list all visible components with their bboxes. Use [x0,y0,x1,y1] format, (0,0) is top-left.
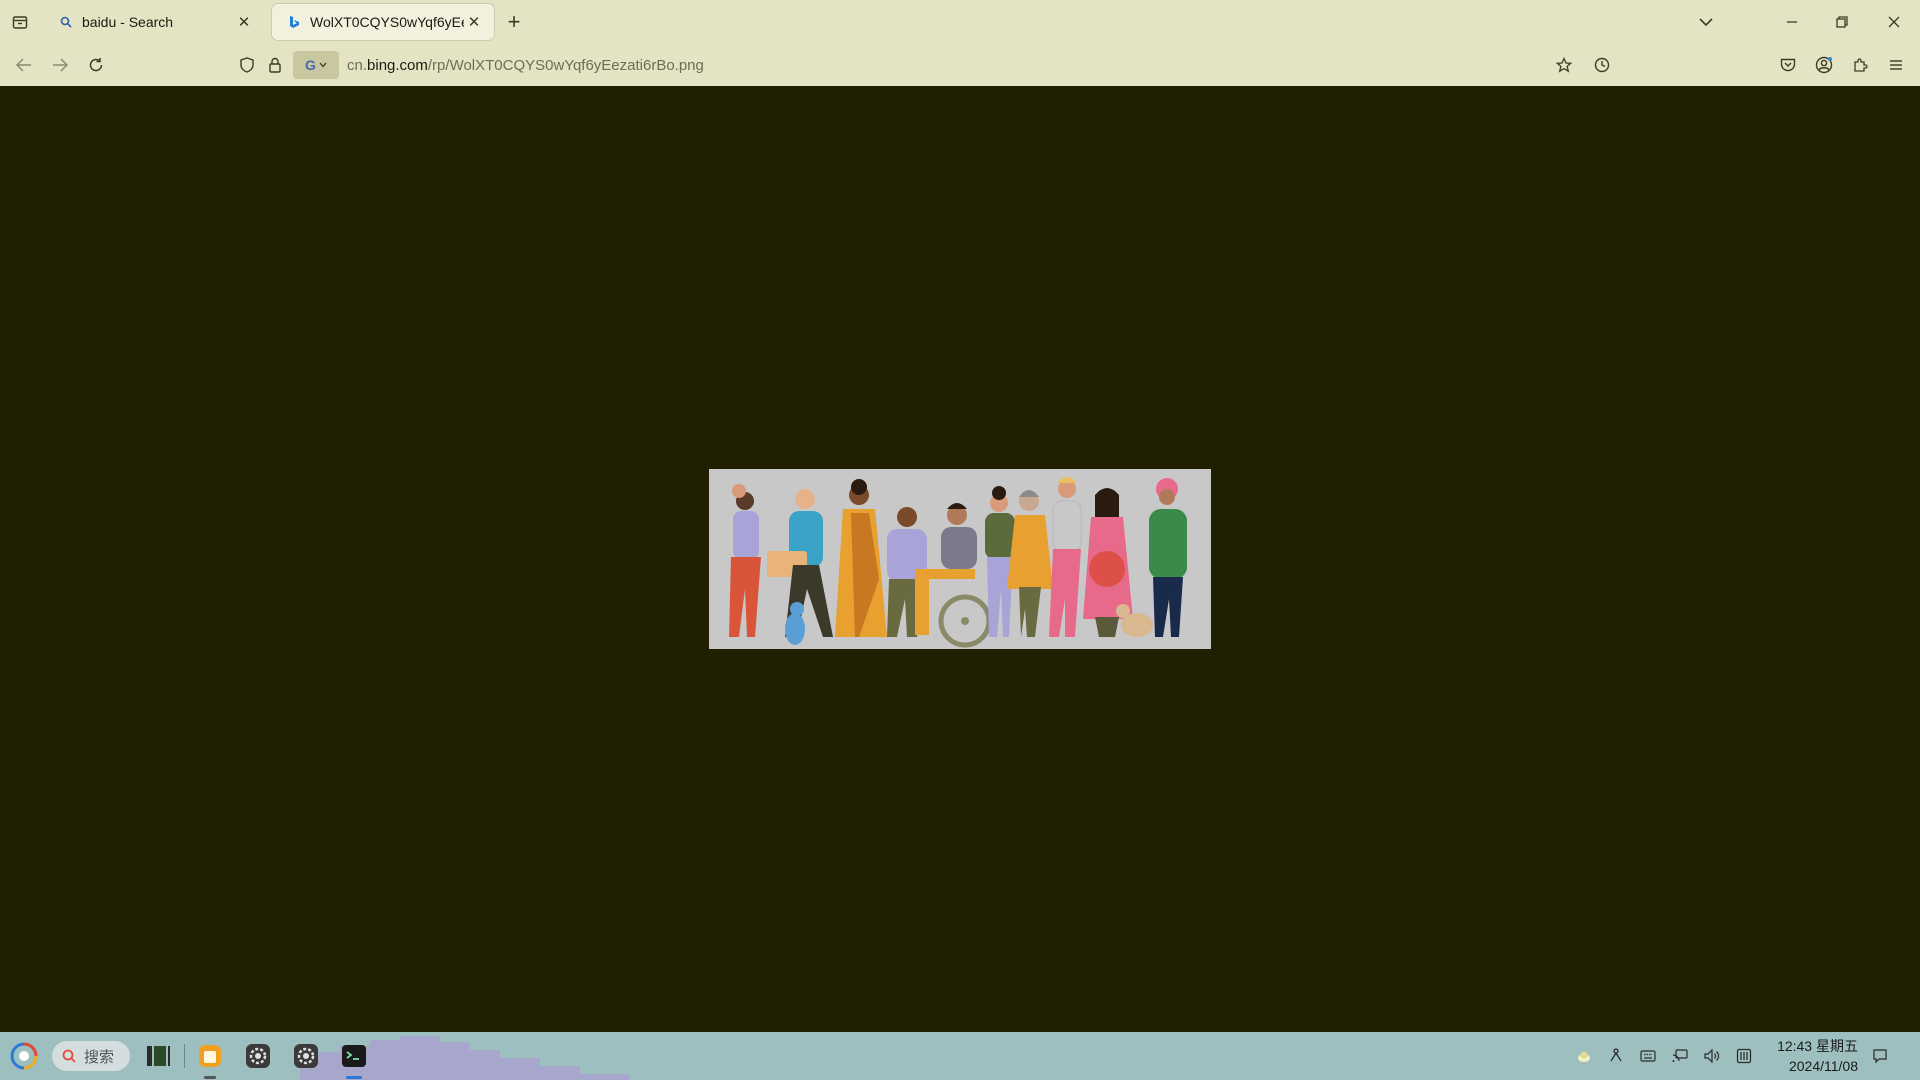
url-host: bing.com [367,56,428,74]
keyboard-icon[interactable] [1636,1042,1660,1070]
navigation-bar: G cn.bing.com/rp/WolXT0CQYS0wYqf6yEezati… [0,44,1920,86]
account-icon[interactable] [1812,53,1836,77]
people-illustration [709,469,1211,649]
menu-icon[interactable] [1884,53,1908,77]
screen-cast-icon[interactable] [1668,1042,1692,1070]
pocket-icon[interactable] [1776,53,1800,77]
url-text[interactable]: cn.bing.com/rp/WolXT0CQYS0wYqf6yEezati6r… [347,57,704,74]
search-engine-selector[interactable]: G [293,51,339,79]
url-prefix: cn. [347,56,368,74]
start-menu-icon[interactable] [6,1038,42,1074]
bing-icon [286,14,302,30]
taskbar: 搜索 12:43 星期五 2024/11/08 [0,1032,1920,1080]
search-icon [58,14,74,30]
displayed-image[interactable] [709,469,1211,649]
file-manager-icon[interactable] [192,1038,228,1074]
running-indicator [204,1076,216,1079]
settings-icon[interactable] [240,1038,276,1074]
terminal-icon[interactable] [336,1038,372,1074]
chevron-down-icon [319,62,327,68]
new-tab-button[interactable]: + [502,9,526,34]
url-path: /rp/WolXT0CQYS0wYqf6yEezati6rBo.png [427,56,704,74]
chevron-down-icon[interactable] [1694,10,1718,34]
network-share-icon[interactable] [1604,1042,1628,1070]
taskbar-search[interactable]: 搜索 [52,1041,130,1071]
multitask-view-icon[interactable] [140,1038,176,1074]
forward-arrow-icon[interactable] [48,53,72,77]
tab-bar: baidu - Search ✕ WolXT0CQYS0wYqf6yEezat … [0,0,1920,44]
minimize-icon[interactable] [1780,10,1804,34]
close-window-icon[interactable] [1882,10,1906,34]
control-center-icon[interactable] [288,1038,324,1074]
close-icon[interactable]: ✕ [464,12,484,32]
search-placeholder: 搜索 [84,1048,115,1066]
tab-label: baidu - Search [82,14,174,30]
restore-icon[interactable] [1830,10,1854,34]
tab-baidu-search[interactable]: baidu - Search ✕ [44,4,264,40]
clock-time: 12:43 星期五 [1777,1038,1858,1054]
reload-icon[interactable] [84,53,108,77]
tab-label: WolXT0CQYS0wYqf6yEezat [310,14,464,30]
url-bar[interactable]: G cn.bing.com/rp/WolXT0CQYS0wYqf6yEezati… [293,48,1693,82]
clock-date: 2024/11/08 [1788,1058,1858,1074]
lock-icon[interactable] [263,53,287,77]
volume-icon[interactable] [1700,1042,1724,1070]
taskbar-divider [184,1044,185,1068]
extensions-icon[interactable] [1848,53,1872,77]
system-clock[interactable]: 12:43 星期五 2024/11/08 [1777,1036,1858,1076]
cloud-icon[interactable] [1572,1042,1596,1070]
input-method-icon[interactable] [1732,1042,1756,1070]
active-indicator [346,1076,362,1079]
page-content [0,86,1920,1032]
browser-chrome: baidu - Search ✕ WolXT0CQYS0wYqf6yEezat … [0,0,1920,86]
google-icon: G [305,57,316,73]
tab-bing-image[interactable]: WolXT0CQYS0wYqf6yEezat ✕ [272,4,494,40]
star-icon[interactable] [1552,53,1576,77]
notification-icon[interactable] [1868,1042,1892,1070]
history-icon[interactable] [1590,53,1614,77]
tab-list-icon[interactable] [8,10,32,34]
close-icon[interactable]: ✕ [234,12,254,32]
search-icon [62,1049,76,1063]
back-arrow-icon[interactable] [12,53,36,77]
shield-icon[interactable] [235,53,259,77]
